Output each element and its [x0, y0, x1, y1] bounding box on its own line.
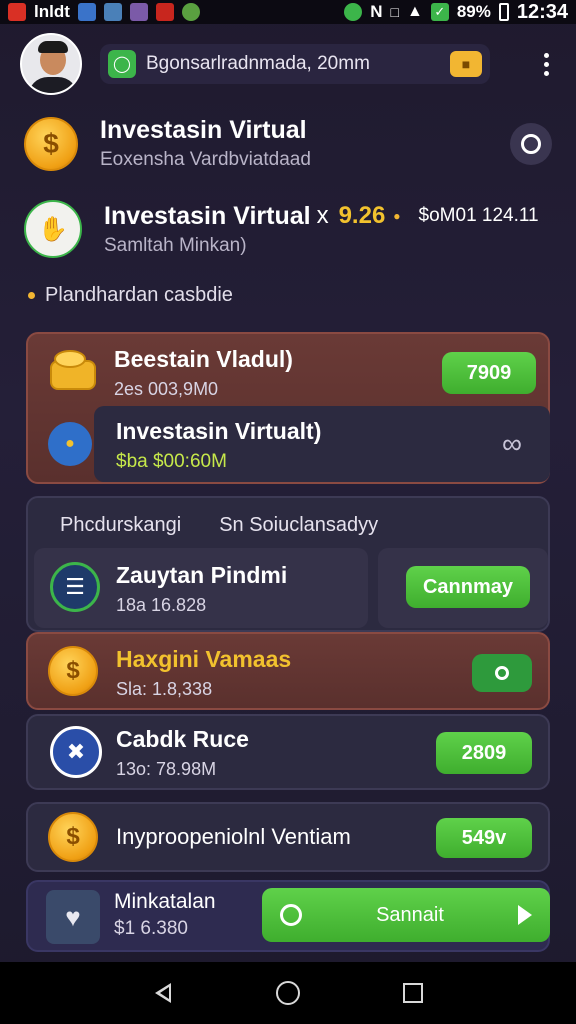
list-icon: ☰ [50, 562, 100, 612]
highlight-subtitle: Sla: 1.8,338 [116, 679, 213, 699]
play-icon [518, 905, 532, 925]
dollar-coin-icon: $ [48, 812, 98, 862]
wifi-icon: ▲ [406, 3, 423, 20]
tools-subtitle: 13o: 78.98M [116, 759, 217, 779]
home-icon[interactable] [268, 973, 308, 1013]
tools-title: Cabdk Ruce [116, 726, 249, 752]
section-caption-text: Plandhardan casbdie [45, 284, 233, 306]
inner-card-subtitle: $ba $00:60M [116, 451, 227, 472]
bullet-icon [28, 292, 35, 299]
bottom-title: Minkatalan [114, 890, 216, 913]
lock-icon[interactable]: ■ [450, 51, 482, 77]
shield-icon: ◯ [108, 50, 136, 78]
app-notification-icon [77, 3, 96, 21]
featured-subtitle: 2es 003,9M0 [114, 379, 219, 399]
portfolio-title: Investasin Virtual [100, 116, 307, 144]
tab-bar: Phcdurskangi Sn Soiuclansadyy [60, 514, 378, 537]
bottom-subtitle: $1 6.380 [114, 918, 188, 939]
promo-card[interactable]: $ Inyproopeniolnl Ventiam 549v [26, 802, 550, 872]
investment-amount: $oM01 124.11 [418, 205, 539, 226]
hands-icon: ✋ [24, 200, 82, 258]
tools-icon: ✖ [50, 726, 102, 778]
list-item-subtitle: 18a 16.828 [116, 595, 207, 615]
highlight-card[interactable]: $ Haxgini Vamaas Sla: 1.8,338 [26, 632, 550, 710]
investment-title: Investasin Virtual [104, 201, 311, 230]
account-pill-text: Bgonsarlradnmada, 20mm [146, 53, 370, 74]
coins-stack-icon [46, 346, 100, 400]
inner-card-title: Investasin Virtualt) [116, 418, 322, 444]
promo-action-button[interactable]: 549v [436, 818, 532, 858]
list-item-action: Cannmay [378, 548, 548, 628]
app-notification-icon [155, 3, 174, 21]
multiplier-sign: x [316, 202, 329, 229]
account-pill[interactable]: ◯ Bgonsarlradnmada, 20mm ■ [100, 44, 490, 84]
vibrate-icon: □ [390, 4, 399, 20]
list-item-title: Zauytan Pindmi [116, 562, 288, 588]
dollar-coin-icon: $ [48, 646, 98, 696]
system-nav-bar [0, 962, 576, 1024]
link-icon[interactable]: ∞ [502, 428, 522, 460]
app-header: ◯ Bgonsarlradnmada, 20mm ■ [0, 24, 576, 104]
dollar-coin-icon: $ [24, 116, 78, 171]
featured-card[interactable]: Beestain Vladul) 2es 003,9M0 7909 Invest… [26, 332, 550, 484]
clock: 12:34 [516, 0, 568, 23]
featured-title: Beestain Vladul) [114, 346, 293, 372]
app-notification-icon [129, 3, 148, 21]
shield-badge-icon: ♥ [46, 890, 100, 944]
dot-icon: ● [393, 209, 401, 223]
status-left-text: lnldt [34, 2, 70, 21]
promo-title: Inyproopeniolnl Ventiam [116, 824, 351, 849]
investment-row[interactable]: ✋ Investasin Virtual x 9.26 ● $oM01 124.… [0, 200, 576, 258]
tools-card[interactable]: ✖ Cabdk Ruce 13o: 78.98M 2809 [26, 714, 550, 790]
search-icon [521, 133, 541, 154]
app-notification-icon [181, 3, 200, 21]
wallet-icon: ● [48, 422, 92, 466]
refresh-button[interactable] [472, 654, 532, 692]
search-action-label: Sannait [376, 903, 444, 926]
battery-icon [498, 3, 509, 21]
featured-action-button[interactable]: 7909 [442, 352, 536, 394]
search-action-button[interactable]: Sannait [262, 888, 550, 942]
more-vertical-icon[interactable] [536, 52, 556, 76]
list-item-button[interactable]: Cannmay [406, 566, 530, 608]
tab-first[interactable]: Phcdurskangi [60, 514, 181, 537]
check-icon: ✓ [430, 3, 449, 21]
section-caption: Plandhardan casbdie [28, 284, 233, 307]
search-button[interactable] [510, 122, 552, 165]
investment-subtitle: Samltah Minkan) [104, 234, 247, 256]
portfolio-subtitle: Eoxensha Vardbviatdaad [100, 149, 311, 170]
recents-icon[interactable] [393, 973, 433, 1013]
app-notification-icon [103, 3, 122, 21]
tools-action-button[interactable]: 2809 [436, 732, 532, 774]
back-icon[interactable] [143, 973, 183, 1013]
portfolio-row[interactable]: $ Investasin Virtual Eoxensha Vardbviatd… [0, 116, 576, 171]
tab-second[interactable]: Sn Soiuclansadyy [219, 514, 378, 537]
vpn-icon [344, 3, 363, 21]
app-notification-icon [8, 3, 26, 21]
status-bar: lnldt N □ ▲ ✓ 89% 12:34 [0, 0, 576, 24]
multiplier-value: 9.26 [338, 202, 386, 229]
list-item-zauytan[interactable]: ☰ Zauytan Pindmi 18a 16.828 [34, 548, 368, 628]
battery-percent: 89% [456, 2, 491, 21]
refresh-icon [495, 666, 509, 680]
featured-inner-card[interactable]: Investasin Virtualt) $ba $00:60M ∞ [94, 406, 550, 482]
nfc-indicator: N [370, 2, 383, 21]
highlight-title: Haxgini Vamaas [116, 646, 292, 672]
avatar[interactable] [20, 33, 82, 95]
search-icon [280, 904, 302, 926]
